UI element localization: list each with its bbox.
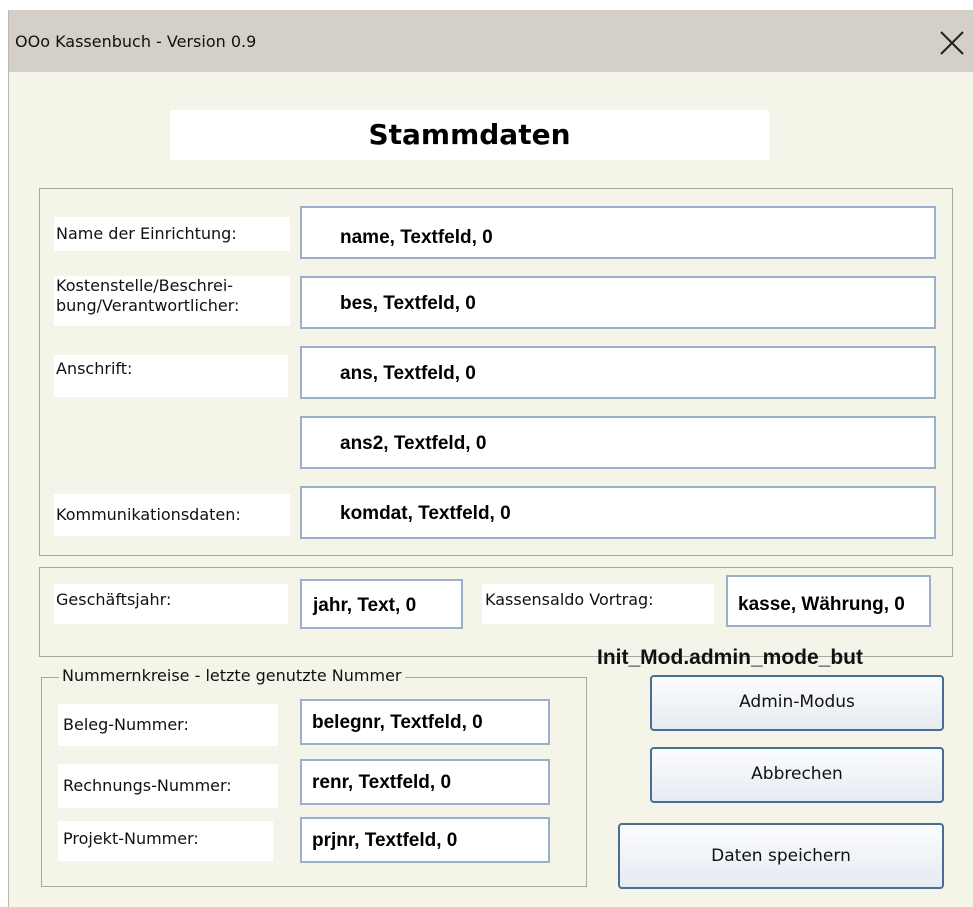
name-field[interactable]: name, Textfeld, 0	[300, 206, 936, 259]
page-title: Stammdaten	[170, 110, 769, 160]
dialog-window: OOo Kassenbuch - Version 0.9 Stammdaten …	[8, 10, 973, 907]
name-label: Name der Einrichtung:	[54, 217, 290, 251]
cost-center-label: Kostenstelle/Beschrei- bung/Verantwortli…	[54, 276, 290, 326]
close-icon[interactable]	[937, 28, 967, 58]
cost-center-label-line1: Kostenstelle/Beschrei-	[56, 276, 234, 295]
macro-name-label: Init_Mod.admin_mode_but	[597, 646, 864, 669]
project-number-field[interactable]: prjnr, Textfeld, 0	[300, 817, 550, 863]
window-title: OOo Kassenbuch - Version 0.9	[15, 32, 257, 51]
save-data-button[interactable]: Daten speichern	[618, 823, 944, 889]
fiscal-year-label: Geschäftsjahr:	[54, 584, 288, 624]
receipt-number-field[interactable]: belegnr, Textfeld, 0	[300, 699, 550, 745]
project-number-label: Projekt-Nummer:	[58, 821, 273, 861]
cash-balance-field[interactable]: kasse, Währung, 0	[726, 575, 931, 627]
invoice-number-field[interactable]: renr, Textfeld, 0	[300, 759, 550, 805]
number-ranges-caption: Nummernkreise - letzte genutzte Nummer	[59, 666, 405, 685]
cash-balance-label: Kassensaldo Vortrag:	[482, 584, 714, 624]
cost-center-label-line2: bung/Verantwortlicher:	[56, 296, 240, 315]
address-label: Anschrift:	[54, 355, 288, 397]
communication-field[interactable]: komdat, Textfeld, 0	[300, 486, 936, 539]
address2-field[interactable]: ans2, Textfeld, 0	[300, 416, 936, 469]
fiscal-year-field[interactable]: jahr, Text, 0	[300, 579, 463, 629]
title-bar: OOo Kassenbuch - Version 0.9	[9, 10, 973, 72]
communication-label: Kommunikationsdaten:	[54, 494, 290, 536]
cost-center-field[interactable]: bes, Textfeld, 0	[300, 276, 936, 329]
address-field[interactable]: ans, Textfeld, 0	[300, 346, 936, 399]
admin-mode-button[interactable]: Admin-Modus	[650, 675, 944, 731]
cancel-button[interactable]: Abbrechen	[650, 747, 944, 803]
invoice-number-label: Rechnungs-Nummer:	[58, 764, 278, 808]
receipt-number-label: Beleg-Nummer:	[58, 704, 278, 746]
